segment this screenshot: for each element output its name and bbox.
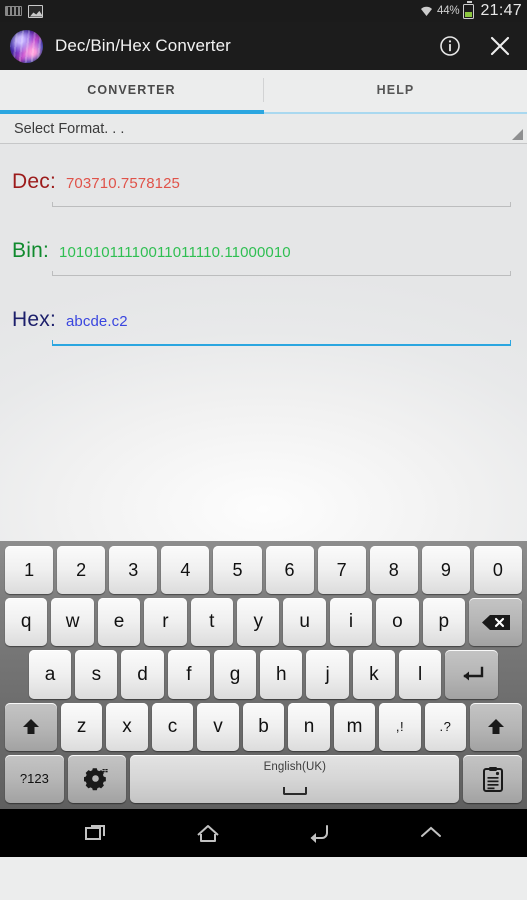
field-bin-row: Bin: 10101011110011011110.11000010 [8, 239, 519, 263]
key-c[interactable]: c [151, 702, 194, 751]
key-r[interactable]: r [144, 598, 187, 647]
key-u[interactable]: u [283, 598, 326, 647]
status-bar-clock: 21:47 [480, 2, 522, 19]
field-dec-label: Dec: [12, 170, 56, 193]
system-navigation-bar [0, 809, 527, 857]
home-icon[interactable] [188, 813, 228, 853]
on-screen-keyboard: 1 2 3 4 5 6 7 8 9 0 q w e r t y u i o p [0, 541, 527, 809]
status-bar-left [5, 4, 43, 18]
app-logo-icon [10, 29, 43, 63]
tab-bar: CONVERTER HELP [0, 70, 527, 110]
chevron-down-icon[interactable] [411, 813, 451, 853]
keyboard-row-space: ?123 English(UK) [3, 754, 524, 804]
format-select-spinner[interactable]: Select Format. . . [0, 114, 527, 144]
clipboard-icon[interactable] [463, 754, 522, 804]
key-v[interactable]: v [197, 702, 239, 751]
key-comma[interactable]: ,! [379, 702, 421, 751]
device-screen: 44% 21:47 Dec/Bin/Hex Converter CONVERTE… [0, 0, 527, 900]
key-w[interactable]: w [51, 598, 94, 647]
field-bin: Bin: 10101011110011011110.11000010 [0, 207, 527, 276]
format-select-label: Select Format. . . [14, 120, 125, 137]
key-5[interactable]: 5 [213, 546, 262, 595]
key-x[interactable]: x [106, 702, 148, 751]
tab-converter[interactable]: CONVERTER [0, 70, 263, 110]
key-3[interactable]: 3 [109, 546, 158, 595]
key-0[interactable]: 0 [473, 546, 522, 595]
key-4[interactable]: 4 [161, 546, 210, 595]
key-e[interactable]: e [97, 598, 141, 647]
page-title: Dec/Bin/Hex Converter [55, 36, 231, 55]
key-h[interactable]: h [260, 650, 303, 699]
key-a[interactable]: a [28, 650, 72, 699]
field-bin-label: Bin: [12, 239, 49, 262]
field-hex-label: Hex: [12, 308, 56, 331]
field-hex: Hex: abcde.c2 [0, 276, 527, 346]
symbols-key[interactable]: ?123 [5, 754, 64, 804]
field-hex-input[interactable]: abcde.c2 [66, 313, 128, 330]
field-dec-input[interactable]: 703710.7578125 [66, 175, 180, 192]
key-8[interactable]: 8 [369, 546, 418, 595]
screenshot-image-icon [28, 4, 43, 18]
key-g[interactable]: g [213, 650, 257, 699]
key-n[interactable]: n [288, 702, 330, 751]
key-t[interactable]: t [190, 598, 233, 647]
field-hex-underline [52, 340, 511, 346]
status-bar-right: 44% 21:47 [420, 1, 522, 20]
gear-icon[interactable] [67, 754, 127, 804]
shift-icon-left[interactable] [4, 702, 57, 751]
wifi-icon [420, 5, 433, 17]
converter-form: Dec: 703710.7578125 Bin: 101010111100110… [0, 144, 527, 541]
space-key-label: English(UK) [263, 760, 327, 773]
status-bar: 44% 21:47 [0, 0, 527, 22]
key-6[interactable]: 6 [265, 546, 314, 595]
keyboard-row-home: a s d f g h j k l [3, 650, 524, 699]
tab-help[interactable]: HELP [264, 70, 527, 110]
field-hex-row: Hex: abcde.c2 [8, 308, 519, 332]
shift-icon-right[interactable] [470, 702, 523, 751]
back-icon[interactable] [299, 813, 339, 853]
recents-icon[interactable] [76, 813, 116, 853]
spacebar-glyph-icon [282, 787, 307, 796]
info-icon[interactable] [437, 33, 463, 59]
keyboard-icon [5, 6, 22, 16]
key-l[interactable]: l [398, 650, 442, 699]
field-bin-input[interactable]: 10101011110011011110.11000010 [59, 244, 291, 261]
dropdown-triangle-icon [512, 129, 523, 140]
backspace-icon[interactable] [469, 598, 523, 647]
key-k[interactable]: k [352, 650, 395, 699]
key-y[interactable]: y [237, 598, 280, 647]
key-9[interactable]: 9 [421, 546, 470, 595]
space-key[interactable]: English(UK) [130, 754, 460, 804]
key-b[interactable]: b [242, 702, 285, 751]
enter-icon[interactable] [445, 650, 499, 699]
key-z[interactable]: z [60, 702, 103, 751]
battery-icon [463, 1, 475, 19]
key-i[interactable]: i [329, 598, 373, 647]
field-dec: Dec: 703710.7578125 [0, 144, 527, 207]
battery-percent: 44% [437, 5, 460, 17]
app-bar-actions [437, 33, 513, 59]
key-f[interactable]: f [167, 650, 210, 699]
app-bar: Dec/Bin/Hex Converter [0, 22, 527, 70]
key-1[interactable]: 1 [5, 546, 54, 595]
key-2[interactable]: 2 [57, 546, 106, 595]
keyboard-row-numbers: 1 2 3 4 5 6 7 8 9 0 [3, 546, 524, 595]
close-icon[interactable] [487, 33, 513, 59]
key-7[interactable]: 7 [317, 546, 366, 595]
key-q[interactable]: q [4, 598, 48, 647]
key-m[interactable]: m [333, 702, 376, 751]
keyboard-row-qwerty: q w e r t y u i o p [3, 598, 524, 647]
keyboard-row-bottom: z x c v b n m ,! .? [3, 702, 524, 751]
key-s[interactable]: s [75, 650, 118, 699]
key-p[interactable]: p [422, 598, 466, 647]
key-period[interactable]: .? [424, 702, 467, 751]
field-dec-row: Dec: 703710.7578125 [8, 170, 519, 194]
key-o[interactable]: o [376, 598, 419, 647]
key-d[interactable]: d [121, 650, 164, 699]
key-j[interactable]: j [306, 650, 349, 699]
